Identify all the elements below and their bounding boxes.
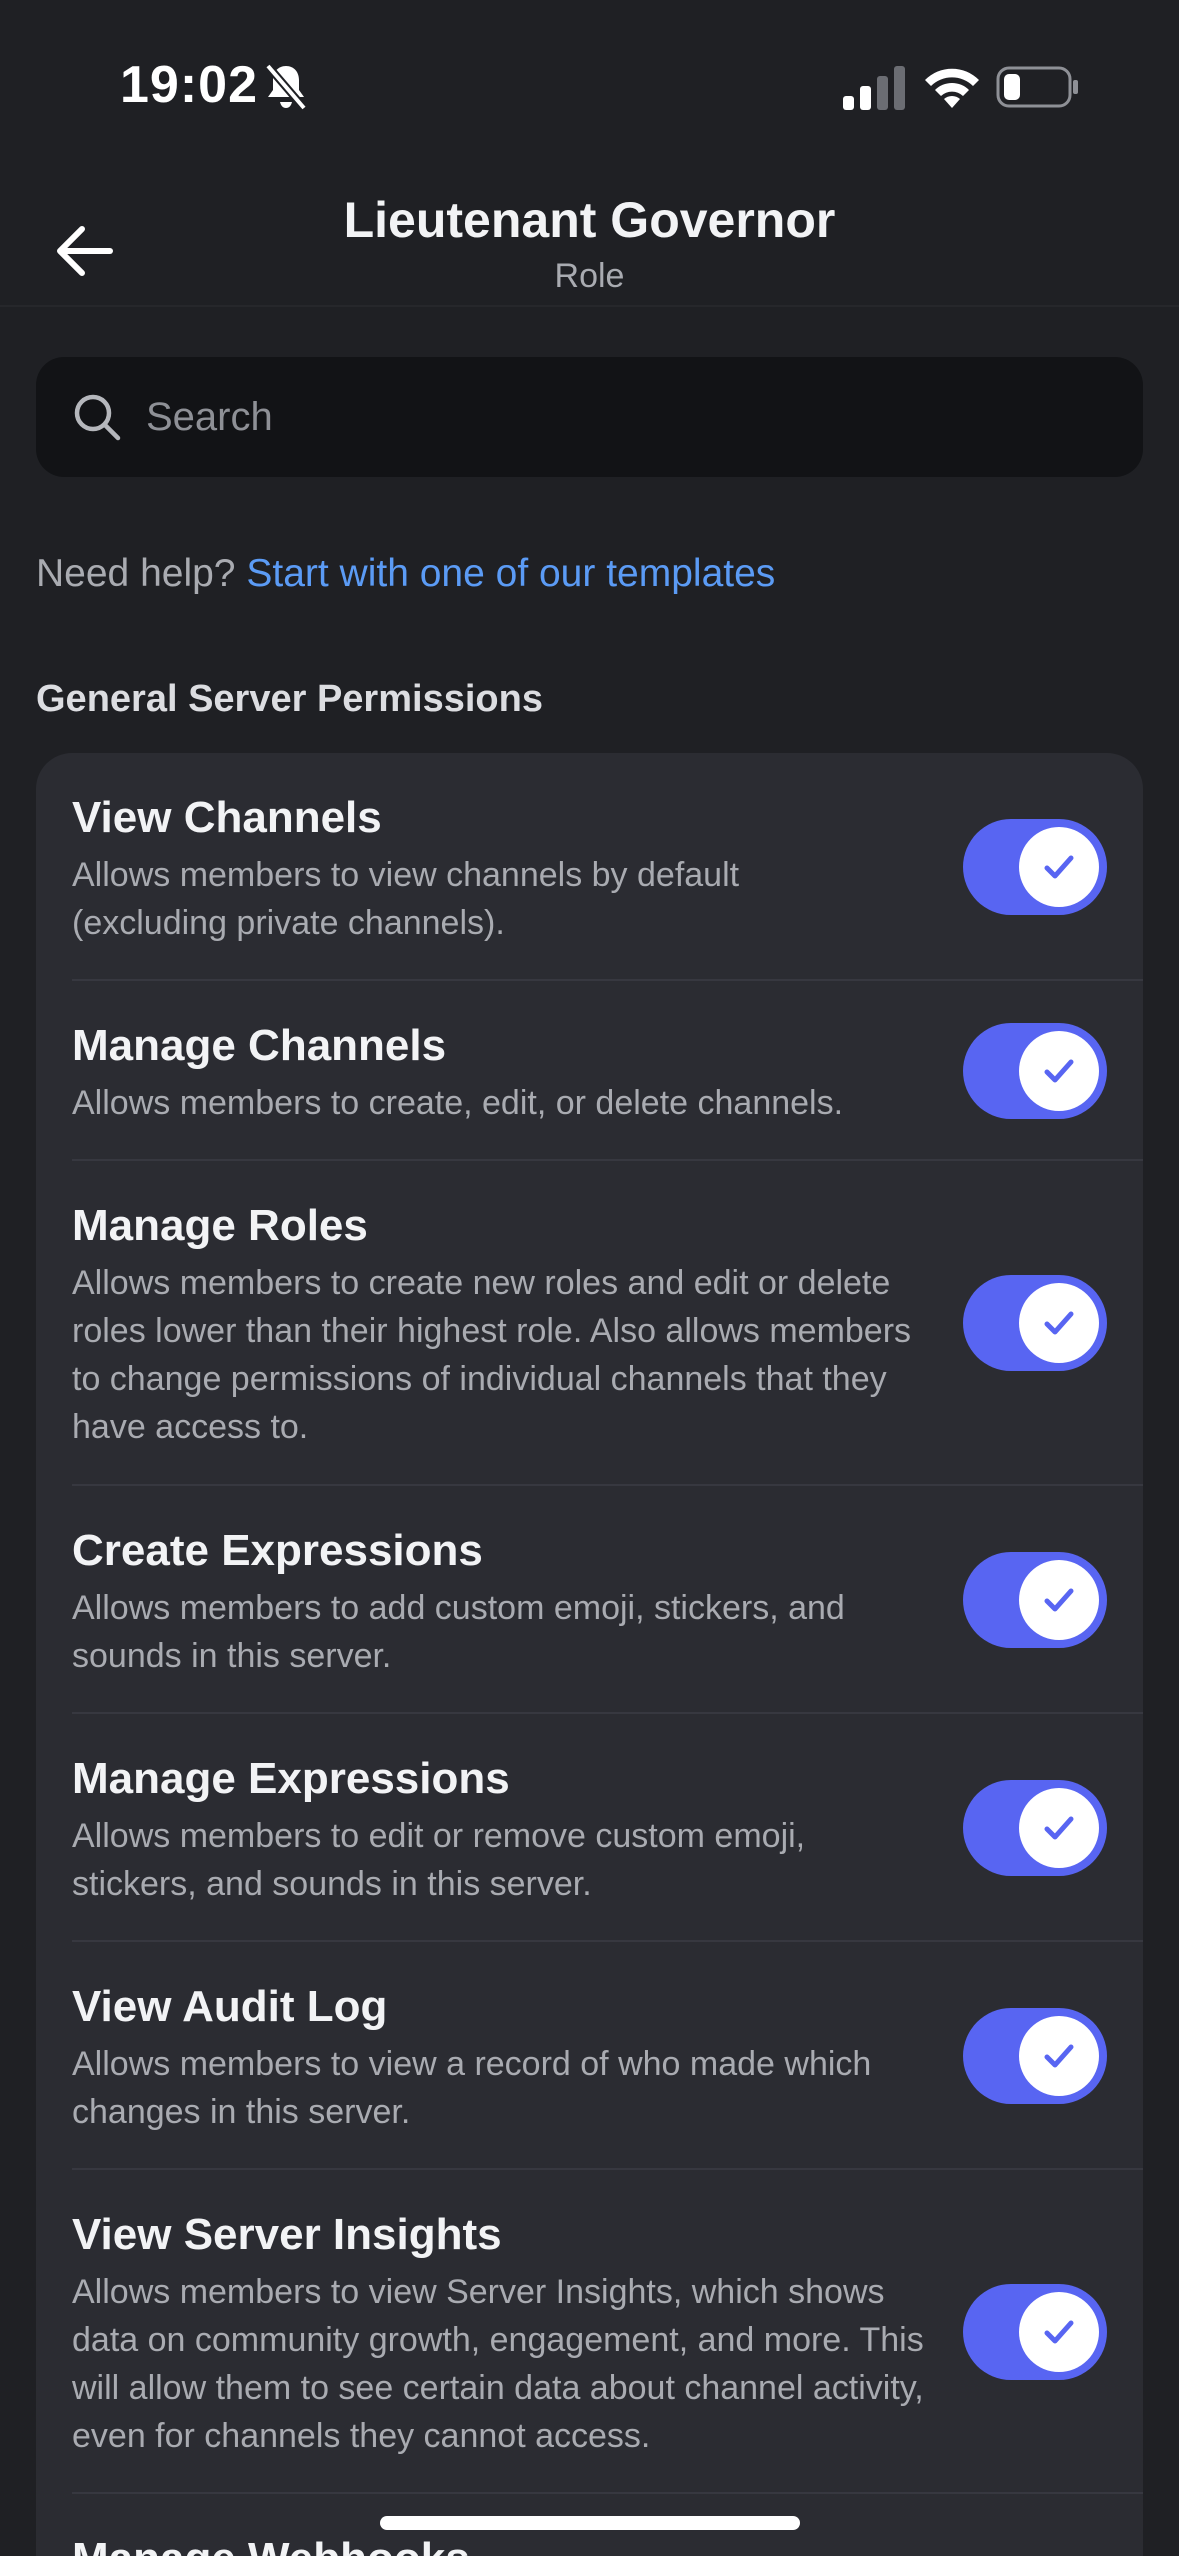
check-icon (1044, 2320, 1074, 2344)
permission-description: Allows members to edit or remove custom … (72, 1817, 806, 1903)
home-indicator[interactable] (380, 2516, 800, 2530)
permission-description: Allows members to view a record of who m… (72, 2045, 872, 2131)
help-prefix: Need help? (36, 552, 236, 595)
check-icon (1044, 1311, 1074, 1335)
check-icon (1044, 2044, 1074, 2068)
permission-description: Allows members to create new roles and e… (72, 1264, 912, 1446)
status-bar: 19:02 (0, 0, 1179, 175)
permission-toggle[interactable] (963, 2284, 1107, 2380)
permission-title: Manage Expressions (72, 1754, 510, 1803)
permission-title: Manage Channels (72, 1021, 447, 1070)
permission-toggle[interactable] (963, 819, 1107, 915)
check-icon (1044, 1059, 1074, 1083)
permission-row-view-server-insights: View Server Insights Allows members to v… (36, 2170, 1143, 2494)
section-title: General Server Permissions (36, 678, 543, 720)
header: Lieutenant Governor Role (0, 175, 1179, 307)
role-permissions-screen: 19:02 Lieutenant Governor Role Search Ne… (0, 0, 1179, 2556)
wifi-icon (925, 68, 979, 108)
search-bar[interactable] (36, 357, 1143, 477)
permission-description: Allows members to view Server Insights, … (72, 2273, 924, 2455)
page-subtitle: Role (554, 257, 625, 295)
permission-title: View Audit Log (72, 1982, 388, 2031)
permission-toggle[interactable] (963, 1275, 1107, 1371)
permission-row-view-channels: View Channels Allows members to view cha… (36, 753, 1143, 981)
permission-row-manage-channels: Manage Channels Allows members to create… (36, 981, 1143, 1161)
permission-toggle[interactable] (963, 2008, 1107, 2104)
permission-title: View Channels (72, 793, 382, 842)
permissions-list: View Channels Allows members to view cha… (36, 753, 1143, 2556)
search-icon (74, 394, 121, 441)
permission-row-manage-expressions: Manage Expressions Allows members to edi… (36, 1714, 1143, 1942)
permission-row-manage-roles: Manage Roles Allows members to create ne… (36, 1161, 1143, 1486)
templates-link[interactable]: Start with one of our templates (246, 552, 775, 595)
permission-description: Allows members to add custom emoji, stic… (72, 1589, 845, 1675)
check-icon (1044, 1816, 1074, 1840)
permission-toggle[interactable] (963, 1552, 1107, 1648)
permission-toggle[interactable] (963, 1780, 1107, 1876)
permission-title: Manage Roles (72, 1201, 368, 1250)
permission-title: View Server Insights (72, 2210, 502, 2259)
search-input[interactable] (144, 393, 1044, 441)
permission-title: Create Expressions (72, 1526, 483, 1575)
permission-title: Manage Webhooks (72, 2534, 470, 2556)
permission-description: Allows members to create, edit, or delet… (72, 1084, 844, 1122)
help-text: Need help? Start with one of our templat… (36, 552, 775, 596)
bell-slash-icon (264, 63, 308, 111)
status-time: 19:02 (120, 56, 258, 114)
check-icon (1044, 855, 1074, 879)
permission-row-create-expressions: Create Expressions Allows members to add… (36, 1486, 1143, 1714)
signal-icon (843, 66, 905, 110)
permission-toggle[interactable] (963, 1023, 1107, 1119)
permission-description: Allows members to view channels by defau… (72, 856, 740, 942)
page-title: Lieutenant Governor (343, 192, 836, 248)
battery-icon (996, 66, 1078, 108)
permission-row-view-audit-log: View Audit Log Allows members to view a … (36, 1942, 1143, 2170)
check-icon (1044, 1588, 1074, 1612)
